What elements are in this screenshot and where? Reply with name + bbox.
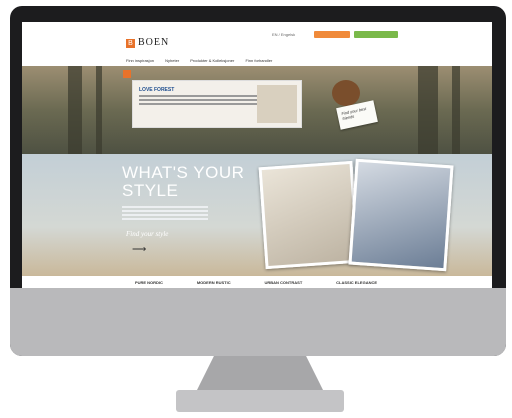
interior-photo-2[interactable] xyxy=(348,158,454,272)
style-heading-line1: WHAT'S YOUR xyxy=(122,163,245,182)
monitor-base xyxy=(176,390,344,412)
monitor-chin xyxy=(10,288,506,356)
nav-item[interactable]: Produkter & Kolleksjoner xyxy=(190,58,234,63)
tree-trunk xyxy=(418,66,438,154)
style-heading: WHAT'S YOUR STYLE xyxy=(122,164,244,200)
hero-banner: LOVE FOREST Find your best friends xyxy=(22,66,492,154)
promo-text xyxy=(139,95,259,107)
tree-trunk xyxy=(452,66,460,154)
tab-pure-nordic[interactable]: PURE NORDIC xyxy=(135,280,163,285)
teddy-bear-image xyxy=(332,80,360,106)
promo-title: LOVE FOREST xyxy=(139,87,175,93)
promo-image xyxy=(257,85,297,123)
tab-urban-contrast[interactable]: URBAN CONTRAST xyxy=(264,280,302,285)
main-nav: Finn inspirasjon Nyheter Produkter & Kol… xyxy=(126,58,282,63)
interior-photo-1[interactable] xyxy=(258,160,360,270)
note-text: Find your best friends xyxy=(340,105,367,122)
tab-modern-rustic[interactable]: MODERN RUSTIC xyxy=(197,280,231,285)
nav-item[interactable]: Finn inspirasjon xyxy=(126,58,154,63)
orange-cta-button[interactable] xyxy=(314,31,350,38)
monitor-stand xyxy=(196,356,324,392)
green-cta-button[interactable] xyxy=(354,31,398,38)
boen-logo-icon[interactable]: B xyxy=(126,39,135,48)
website-screen: B BOEN EN / Engelsk Finn inspirasjon Nyh… xyxy=(22,22,492,288)
promo-box[interactable]: LOVE FOREST xyxy=(132,80,302,128)
style-description xyxy=(122,206,208,222)
style-heading-line2: STYLE xyxy=(122,181,179,200)
style-section: WHAT'S YOUR STYLE Find your style ⟶ xyxy=(22,154,492,276)
arrow-icon: ⟶ xyxy=(132,244,147,255)
brand-name[interactable]: BOEN xyxy=(138,37,169,48)
tree-trunk xyxy=(96,66,102,154)
orange-tag-icon xyxy=(123,70,131,78)
style-tabs: PURE NORDIC MODERN RUSTIC URBAN CONTRAST… xyxy=(118,276,394,288)
language-selector[interactable]: EN / Engelsk xyxy=(272,32,295,37)
site-header: B BOEN EN / Engelsk Finn inspirasjon Nyh… xyxy=(22,22,492,64)
tab-classic-elegance[interactable]: CLASSIC ELEGANCE xyxy=(336,280,377,285)
find-style-link[interactable]: Find your style xyxy=(126,230,168,238)
nav-item[interactable]: Finn forhandler xyxy=(245,58,272,63)
nav-item[interactable]: Nyheter xyxy=(165,58,179,63)
tree-trunk xyxy=(68,66,82,154)
